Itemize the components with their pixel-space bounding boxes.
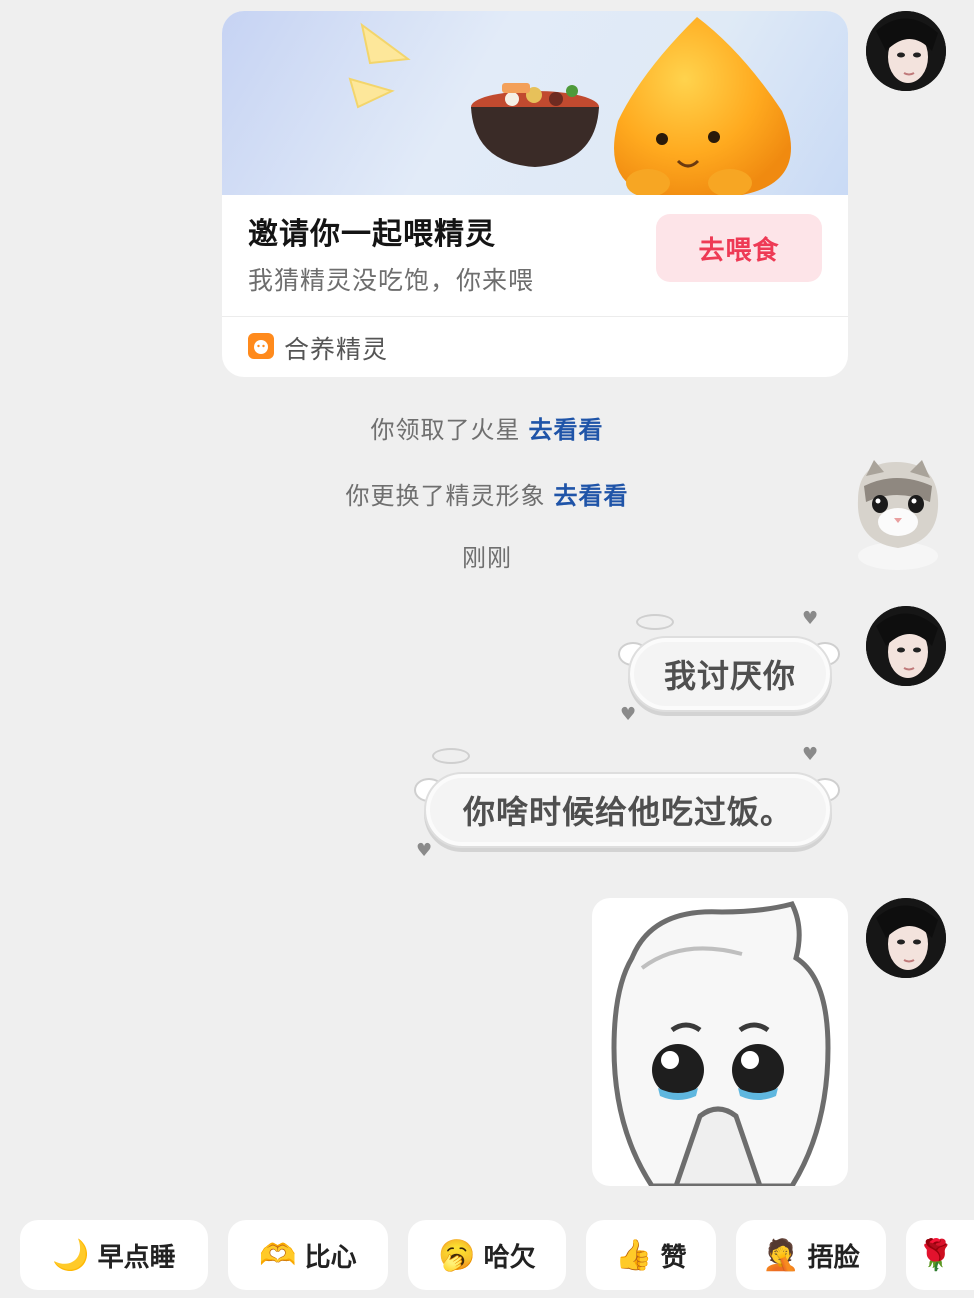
quick-reply-label: 早点睡 (97, 1242, 176, 1273)
quick-reply-chip[interactable]: 🫶 比心 (228, 1220, 388, 1290)
system-message: 你更换了精灵形象 去看看 (0, 476, 974, 511)
heart-decoration-icon: ♥ (802, 608, 819, 629)
user-avatar[interactable] (866, 11, 946, 91)
message-bubble[interactable]: 你啥时候给他吃过饭。 (424, 772, 832, 848)
invite-card[interactable]: 邀请你一起喂精灵 我猜精灵没吃饱，你来喂 去喂食 合养精灵 (222, 11, 848, 377)
quick-reply-chip[interactable]: 🥱 哈欠 (408, 1220, 566, 1290)
app-name: 合养精灵 (284, 335, 389, 364)
view-link[interactable]: 去看看 (529, 416, 604, 444)
system-message: 你领取了火星 去看看 (0, 410, 974, 445)
sleep-icon: 🌙 (52, 1237, 90, 1273)
system-message-text: 你领取了火星 (370, 416, 521, 444)
card-subtitle: 我猜精灵没吃饱，你来喂 (248, 266, 535, 295)
user-avatar[interactable] (866, 606, 946, 686)
thumbs-up-icon: 👍 (615, 1237, 653, 1273)
app-logo-icon (248, 333, 274, 359)
quick-reply-chip[interactable]: 🌹 (906, 1220, 974, 1290)
rose-icon: 🌹 (917, 1237, 955, 1273)
quick-reply-label: 捂脸 (807, 1242, 860, 1273)
facepalm-icon: 🤦 (762, 1237, 800, 1273)
user-avatar[interactable] (866, 898, 946, 978)
heart-hands-icon: 🫶 (259, 1237, 297, 1273)
card-banner-image (222, 11, 848, 195)
quick-reply-chip[interactable]: 👍 赞 (586, 1220, 716, 1290)
view-link[interactable]: 去看看 (554, 482, 629, 510)
heart-decoration-icon: ♥ (802, 744, 819, 765)
quick-reply-chip[interactable]: 🌙 早点睡 (20, 1220, 208, 1290)
timestamp: 刚刚 (462, 544, 512, 572)
cat-sticker[interactable] (844, 456, 948, 574)
halo-decoration (432, 748, 470, 764)
message-bubble[interactable]: 我讨厌你 (628, 636, 832, 712)
card-divider (222, 316, 848, 317)
quick-reply-chip[interactable]: 🤦 捂脸 (736, 1220, 886, 1290)
crying-tooth-sticker[interactable] (592, 898, 848, 1186)
quick-reply-label: 比心 (304, 1242, 357, 1273)
feed-button[interactable]: 去喂食 (656, 214, 822, 282)
halo-decoration (636, 614, 674, 630)
quick-reply-label: 赞 (660, 1242, 687, 1273)
quick-reply-label: 哈欠 (483, 1242, 536, 1273)
yawn-icon: 🥱 (438, 1237, 476, 1273)
card-title: 邀请你一起喂精灵 (248, 217, 496, 252)
heart-decoration-icon: ♥ (416, 840, 433, 861)
heart-decoration-icon: ♥ (620, 704, 637, 725)
system-message-text: 你更换了精灵形象 (345, 482, 546, 510)
